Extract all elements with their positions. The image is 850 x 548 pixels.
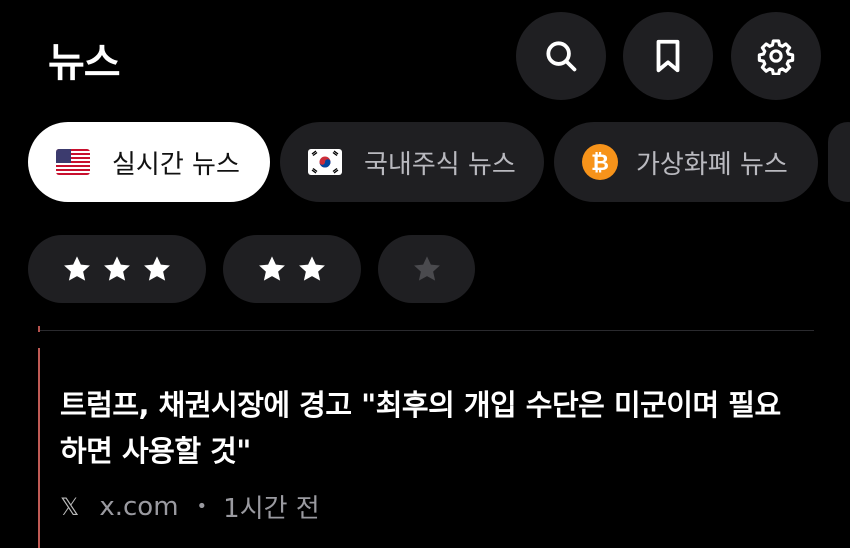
importance-filter bbox=[28, 235, 475, 303]
tab-realtime-news[interactable]: 실시간 뉴스 bbox=[28, 122, 270, 202]
tab-label: 실시간 뉴스 bbox=[112, 149, 240, 180]
importance-bar bbox=[38, 348, 40, 548]
meta-separator: • bbox=[196, 496, 208, 517]
x-logo-icon: 𝕏 bbox=[60, 492, 80, 521]
search-button[interactable] bbox=[516, 12, 606, 100]
tab-crypto-news[interactable]: ₿ 가상화폐 뉴스 bbox=[554, 122, 818, 202]
news-time: 1시간 전 bbox=[223, 494, 320, 524]
star-icon bbox=[64, 256, 90, 281]
filter-one-star[interactable] bbox=[378, 235, 475, 303]
star-icon bbox=[144, 256, 170, 281]
star-icon bbox=[299, 256, 325, 281]
search-icon bbox=[546, 41, 577, 72]
news-source: x.com bbox=[99, 491, 179, 522]
filter-two-stars[interactable] bbox=[223, 235, 361, 303]
page-title: 뉴스 bbox=[48, 40, 121, 86]
svg-text:₿: ₿ bbox=[591, 151, 609, 176]
kr-flag-icon bbox=[308, 149, 342, 175]
gear-icon bbox=[757, 39, 795, 75]
accent-marker bbox=[38, 326, 40, 332]
filter-three-stars[interactable] bbox=[28, 235, 206, 303]
settings-button[interactable] bbox=[731, 12, 821, 100]
star-icon bbox=[104, 256, 130, 281]
category-tabs: 실시간 뉴스 국내주식 뉴스 ₿ 가상화폐 뉴스 bbox=[28, 122, 850, 202]
news-meta: 𝕏 x.com • 1시간 전 bbox=[60, 488, 320, 525]
bitcoin-icon: ₿ bbox=[582, 144, 618, 180]
star-icon bbox=[259, 256, 285, 281]
bookmark-icon bbox=[656, 39, 680, 73]
tab-label: 국내주식 뉴스 bbox=[364, 149, 516, 180]
us-flag-icon bbox=[56, 149, 90, 175]
news-headline[interactable]: 트럼프, 채권시장에 경고 "최후의 개입 수단은 미군이며 필요하면 사용할 … bbox=[60, 382, 800, 474]
tab-more[interactable] bbox=[828, 122, 850, 202]
bookmark-button[interactable] bbox=[623, 12, 713, 100]
divider bbox=[38, 330, 814, 331]
star-icon bbox=[413, 256, 440, 281]
tab-domestic-stock-news[interactable]: 국내주식 뉴스 bbox=[280, 122, 544, 202]
tab-label: 가상화폐 뉴스 bbox=[636, 149, 788, 180]
